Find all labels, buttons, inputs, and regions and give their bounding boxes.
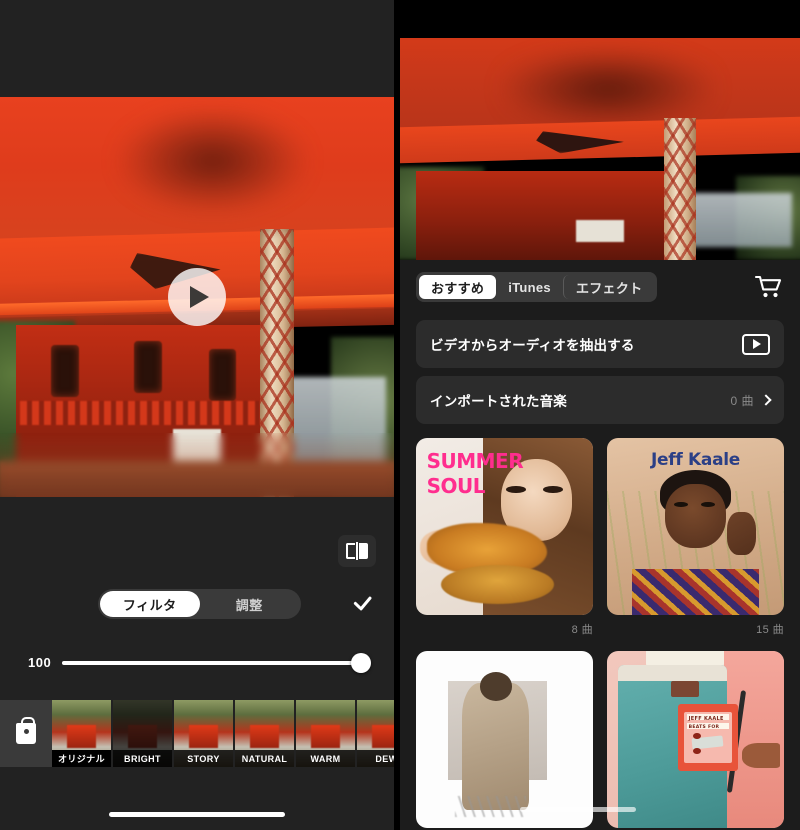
filter-item[interactable]: BRIGHT xyxy=(113,700,172,767)
home-indicator xyxy=(0,798,394,830)
album-title: Jeff Kaale xyxy=(650,450,741,471)
summer-soul-cover[interactable]: SUMMER SOUL xyxy=(416,438,593,615)
album-grid: SUMMER SOUL 8 曲 Jeff Kaale 15 曲 JEFF KAA… xyxy=(416,438,784,828)
play-icon[interactable] xyxy=(168,268,226,326)
music-source-tabs[interactable]: おすすめ iTunes エフェクト xyxy=(416,272,658,302)
cassette-label-primary: JEFF KAALE xyxy=(688,716,724,723)
left-status-bar xyxy=(0,0,394,97)
extract-audio-from-video-row[interactable]: ビデオからオーディオを抽出する xyxy=(416,320,784,368)
video-preview[interactable] xyxy=(0,97,394,497)
filter-label: STORY xyxy=(174,750,233,767)
intensity-slider[interactable] xyxy=(62,652,371,673)
filter-label: BRIGHT xyxy=(113,750,172,767)
shopping-cart-icon[interactable] xyxy=(754,273,784,301)
checkmark-icon[interactable] xyxy=(350,591,376,617)
filter-adjust-segmented-control[interactable]: フィルタ 調整 xyxy=(98,589,301,619)
video-play-button-icon[interactable] xyxy=(742,333,770,355)
filter-label: オリジナル xyxy=(52,750,111,767)
tab-effects[interactable]: エフェクト xyxy=(562,275,655,299)
filter-label: DEW xyxy=(357,750,394,767)
tab-filter[interactable]: フィルタ xyxy=(100,591,200,617)
cassette-jeans-cover[interactable]: JEFF KAALE BEATS FOR xyxy=(607,651,784,828)
album-track-count: 8 曲 xyxy=(571,624,593,636)
filter-label: NATURAL xyxy=(235,750,294,767)
shopping-bag-icon[interactable] xyxy=(0,700,52,767)
imported-music-count: 0 曲 xyxy=(730,393,754,408)
intensity-slider-row: 100 xyxy=(0,652,394,673)
video-preview-right[interactable] xyxy=(400,38,800,260)
split-compare-icon[interactable] xyxy=(338,535,376,567)
filter-adjust-toolbar: フィルタ 調整 xyxy=(0,589,394,619)
tab-adjust[interactable]: 調整 xyxy=(200,591,300,617)
filter-item[interactable]: STORY xyxy=(174,700,233,767)
filter-item[interactable]: オリジナル xyxy=(52,700,111,767)
tab-itunes[interactable]: iTunes xyxy=(496,275,563,299)
filter-item[interactable]: WARM xyxy=(296,700,355,767)
album-track-count: 15 曲 xyxy=(756,624,784,636)
filter-item[interactable]: NATURAL xyxy=(235,700,294,767)
album-title-line1: SUMMER xyxy=(426,449,524,474)
filter-list[interactable]: オリジナル BRIGHT STORY NATURAL WARM DEW xyxy=(52,700,394,767)
row-label: インポートされた音楽 xyxy=(430,394,567,409)
slider-knob[interactable] xyxy=(351,652,371,673)
chevron-right-icon xyxy=(760,394,772,406)
screenshot-root: フィルタ 調整 100 オリジナル BRIGHT STORY NATURAL W… xyxy=(0,0,800,830)
album-card[interactable] xyxy=(416,651,593,828)
music-source-toolbar: おすすめ iTunes エフェクト xyxy=(400,260,800,312)
filter-thumbnail-strip: オリジナル BRIGHT STORY NATURAL WARM DEW xyxy=(0,700,394,767)
row-label: ビデオからオーディオを抽出する xyxy=(430,338,635,353)
album-card[interactable]: Jeff Kaale 15 曲 xyxy=(607,438,784,637)
album-card[interactable]: SUMMER SOUL 8 曲 xyxy=(416,438,593,637)
right-status-bar xyxy=(400,0,800,38)
filter-item[interactable]: DEW xyxy=(357,700,394,767)
album-card[interactable]: JEFF KAALE BEATS FOR xyxy=(607,651,784,828)
left-panel-video-filter-editor: フィルタ 調整 100 オリジナル BRIGHT STORY NATURAL W… xyxy=(0,0,394,830)
jeff-kaale-portrait-cover[interactable]: Jeff Kaale xyxy=(607,438,784,615)
imported-music-row[interactable]: インポートされた音楽 0 曲 xyxy=(416,376,784,424)
horizontal-scrollbar[interactable] xyxy=(520,807,636,812)
filter-controls-panel: フィルタ 調整 100 オリジナル BRIGHT STORY NATURAL W… xyxy=(0,497,394,830)
right-panel-music-picker: おすすめ iTunes エフェクト ビデオからオーディオを抽出する インポートさ… xyxy=(400,0,800,830)
white-portrait-cover[interactable] xyxy=(416,651,593,828)
slider-value-label: 100 xyxy=(28,655,52,670)
tab-recommended[interactable]: おすすめ xyxy=(419,275,497,299)
filter-label: WARM xyxy=(296,750,355,767)
album-title-line2: SOUL xyxy=(426,473,486,498)
cassette-label-secondary: BEATS FOR xyxy=(688,725,720,731)
